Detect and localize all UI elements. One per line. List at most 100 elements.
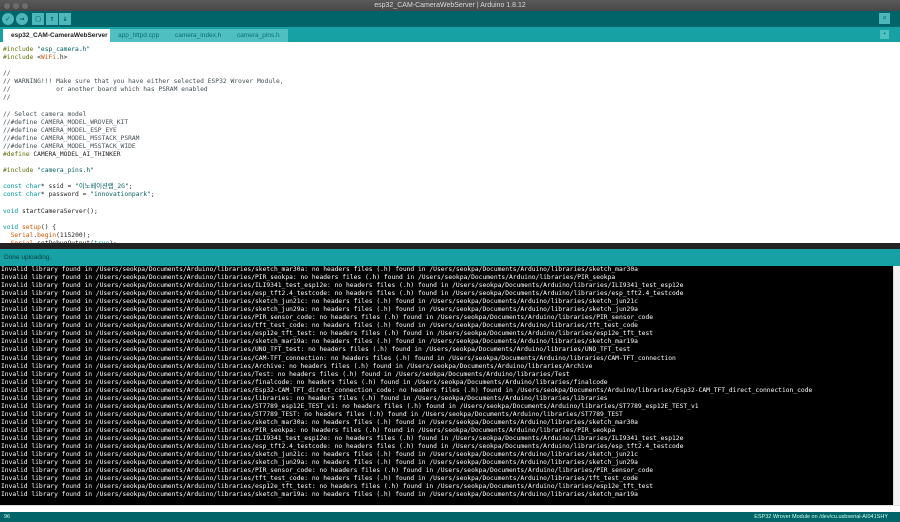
code-token: (115200);: [56, 231, 91, 239]
code-line: const char* ssid = "이노베이션랩_2G";: [3, 183, 900, 191]
console-line: Invalid library found in /Users/seokpa/D…: [1, 282, 684, 290]
tab-camera-index[interactable]: camera_index.h: [167, 29, 230, 42]
toolbar: ✓ → ▢ ↑ ↓ ⌕: [0, 11, 900, 27]
console-line: Invalid library found in /Users/seokpa/D…: [1, 418, 638, 426]
console-line: Invalid library found in /Users/seokpa/D…: [1, 362, 593, 370]
code-token: void: [3, 207, 22, 215]
console-scrollbar[interactable]: [893, 266, 900, 505]
tab-camera-pins[interactable]: camera_pins.h: [229, 29, 288, 42]
console-line: Invalid library found in /Users/seokpa/D…: [1, 378, 608, 386]
code-token: () {: [40, 223, 57, 231]
code-line: //#define CAMERA_MODEL_M5STACK_PSRAM: [3, 135, 900, 143]
code-line: #include <WiFi.h>: [3, 54, 900, 62]
status-bar: Done uploading.: [0, 249, 900, 266]
zoom-window-button[interactable]: [22, 3, 28, 9]
code-token: //#define CAMERA_MODEL_M5STACK_WIDE: [3, 142, 136, 150]
title-bar: esp32_CAM-CameraWebServer | Arduino 1.8.…: [0, 0, 900, 11]
code-line: //#define CAMERA_MODEL_M5STACK_WIDE: [3, 143, 900, 151]
console-line: Invalid library found in /Users/seokpa/D…: [1, 290, 684, 298]
console-line: Invalid library found in /Users/seokpa/D…: [1, 426, 616, 434]
tab-menu-button[interactable]: ▾: [880, 30, 889, 39]
code-line: Serial.begin(115200);: [3, 232, 900, 240]
footer-bar: 96 ESP32 Wrover Module on /dev/cu.usbser…: [0, 512, 900, 522]
console-line: Invalid library found in /Users/seokpa/D…: [1, 443, 684, 451]
code-token: // Select camera model: [3, 110, 87, 118]
tab-app-httpd[interactable]: app_httpd.cpp: [110, 29, 168, 42]
code-line: // or another board which has PSRAM enab…: [3, 86, 900, 94]
code-token: const char: [3, 191, 41, 199]
code-token: Serial: [3, 231, 34, 239]
code-token: // or another board which has PSRAM enab…: [3, 86, 208, 94]
minimize-window-button[interactable]: [13, 3, 19, 9]
check-icon: ✓: [5, 14, 11, 23]
code-token: WiFi: [40, 54, 57, 62]
tab-bar: esp32_CAM-CameraWebServer app_httpd.cpp …: [0, 27, 900, 42]
console-line: Invalid library found in /Users/seokpa/D…: [1, 298, 638, 306]
code-line: #define CAMERA_MODEL_AI_THINKER: [3, 151, 900, 159]
code-token: #include: [3, 54, 38, 62]
code-line: void startCameraServer();: [3, 208, 900, 216]
code-line: // WARNING!!! Make sure that you have ei…: [3, 78, 900, 86]
code-token: //#define CAMERA_MODEL_ESP_EYE: [3, 126, 117, 134]
console-line: Invalid library found in /Users/seokpa/D…: [1, 467, 654, 475]
open-button[interactable]: ↑: [46, 13, 58, 25]
console-line: Invalid library found in /Users/seokpa/D…: [1, 274, 616, 282]
open-icon: ↑: [49, 14, 55, 23]
new-file-icon: ▢: [35, 14, 41, 23]
console-line: Invalid library found in /Users/seokpa/D…: [1, 434, 684, 442]
code-token: "camera_pins.h": [37, 167, 94, 175]
upload-button[interactable]: →: [16, 13, 28, 25]
code-token: #include: [3, 167, 38, 175]
code-line: //#define CAMERA_MODEL_ESP_EYE: [3, 127, 900, 135]
code-token: //: [3, 70, 11, 78]
code-line: #include "camera_pins.h": [3, 167, 900, 175]
tab-main-sketch[interactable]: esp32_CAM-CameraWebServer: [3, 29, 116, 42]
arrow-right-icon: →: [19, 14, 25, 23]
console-line: Invalid library found in /Users/seokpa/D…: [1, 346, 631, 354]
magnifier-icon: ⌕: [882, 14, 887, 22]
close-window-button[interactable]: [4, 3, 10, 9]
code-token: begin: [37, 231, 57, 239]
line-number: 96: [4, 514, 11, 520]
save-button[interactable]: ↓: [59, 13, 71, 25]
code-token: ;: [150, 191, 155, 199]
code-token: startCameraServer();: [21, 207, 98, 215]
console-line: Invalid library found in /Users/seokpa/D…: [1, 330, 654, 338]
code-token: //#define CAMERA_MODEL_WROVER_KIT: [3, 118, 129, 126]
console-line: Invalid library found in /Users/seokpa/D…: [1, 394, 608, 402]
console-output[interactable]: Invalid library found in /Users/seokpa/D…: [0, 266, 893, 505]
new-button[interactable]: ▢: [32, 13, 44, 25]
code-token: setup: [21, 223, 41, 231]
code-token: #define: [3, 151, 34, 159]
console-line: Invalid library found in /Users/seokpa/D…: [1, 475, 638, 483]
code-token: #include: [3, 46, 38, 53]
code-line: //: [3, 94, 900, 102]
window-title: esp32_CAM-CameraWebServer | Arduino 1.8.…: [374, 2, 526, 9]
console-line: Invalid library found in /Users/seokpa/D…: [1, 314, 654, 322]
console-line: Invalid library found in /Users/seokpa/D…: [1, 410, 623, 418]
code-line: #include "esp_camera.h": [3, 46, 900, 54]
code-token: const char: [3, 183, 41, 191]
code-token: .h>: [56, 54, 68, 62]
code-token: CAMERA_MODEL_AI_THINKER: [33, 151, 121, 159]
code-token: * password =: [40, 191, 91, 199]
code-token: // WARNING!!! Make sure that you have ei…: [3, 78, 284, 86]
code-line: //: [3, 70, 900, 78]
code-editor[interactable]: #include "esp_camera.h" #include <WiFi.h>…: [0, 42, 900, 243]
console-line: Invalid library found in /Users/seokpa/D…: [1, 306, 638, 314]
code-token: //#define CAMERA_MODEL_M5STACK_PSRAM: [3, 134, 140, 142]
serial-monitor-button[interactable]: ⌕: [879, 13, 890, 24]
code-token: "이노베이션랩_2G": [75, 183, 129, 191]
console-line: Invalid library found in /Users/seokpa/D…: [1, 402, 699, 410]
code-token: "esp_camera.h": [37, 46, 91, 53]
console-line: Invalid library found in /Users/seokpa/D…: [1, 338, 638, 346]
verify-button[interactable]: ✓: [2, 13, 14, 25]
console-line: Invalid library found in /Users/seokpa/D…: [1, 491, 638, 499]
code-line: void setup() {: [3, 224, 900, 232]
